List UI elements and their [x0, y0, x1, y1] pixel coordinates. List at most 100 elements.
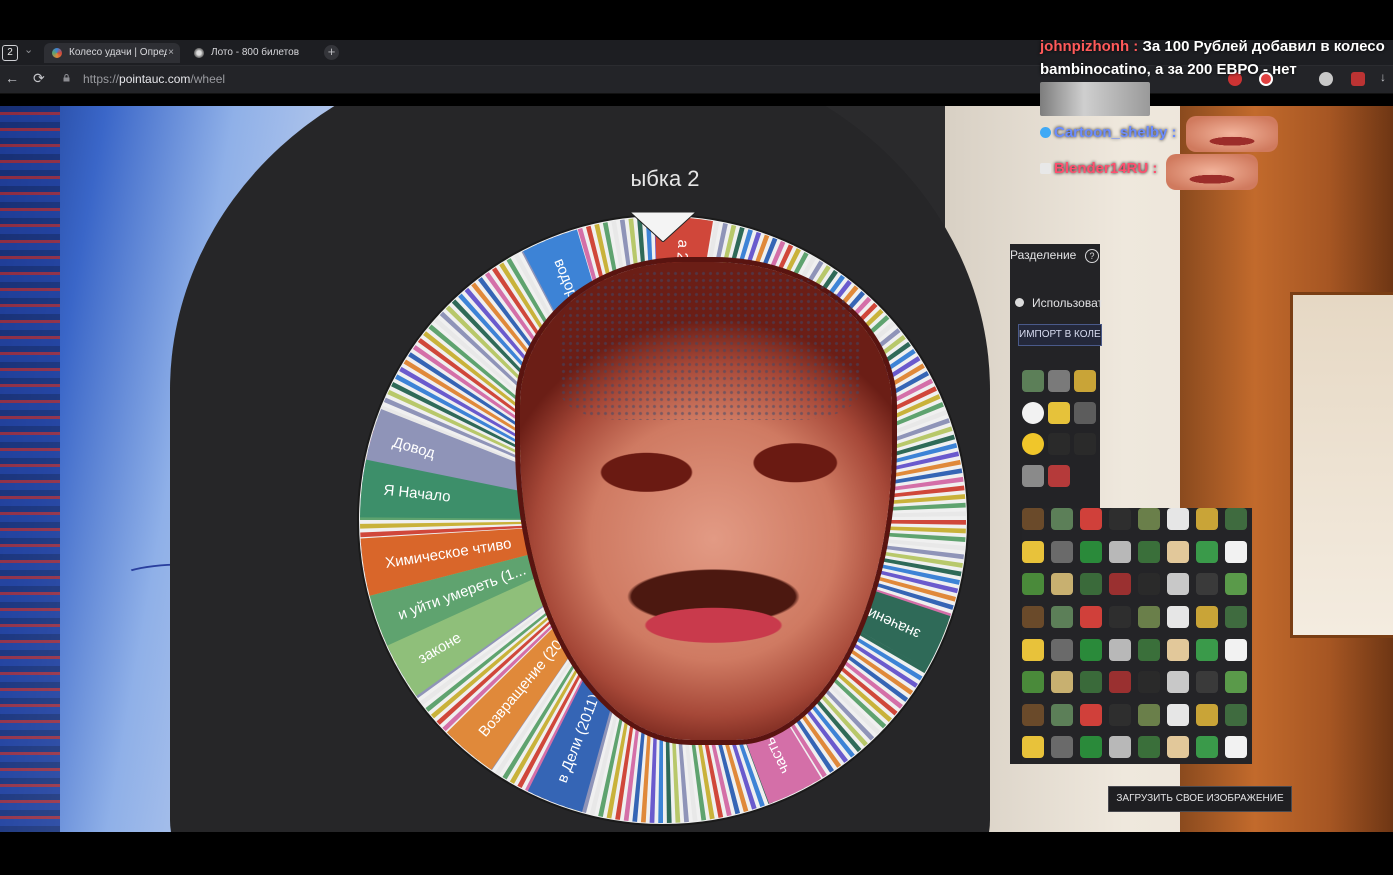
- import-to-wheel-button[interactable]: ИМПОРТ В КОЛЕ: [1018, 324, 1102, 346]
- emote-option[interactable]: [1138, 508, 1160, 530]
- emote-option[interactable]: [1196, 508, 1218, 530]
- emote-option[interactable]: [1080, 736, 1102, 759]
- emote-option[interactable]: [1167, 671, 1189, 694]
- emote-option[interactable]: [1022, 573, 1044, 596]
- emote-option[interactable]: [1109, 703, 1131, 726]
- emote-option[interactable]: [1196, 540, 1218, 563]
- emote-option[interactable]: [1022, 370, 1044, 392]
- help-icon[interactable]: ?: [1085, 249, 1099, 263]
- tab-wheel[interactable]: Колесо удачи | Определ ×: [44, 43, 180, 63]
- emote-option[interactable]: [1138, 605, 1160, 628]
- emote-option[interactable]: [1022, 540, 1044, 563]
- use-option-label[interactable]: Использоват: [1032, 296, 1102, 310]
- emote-option[interactable]: [1080, 605, 1102, 628]
- chevron-down-icon[interactable]: ⌄: [24, 43, 33, 56]
- emote-option[interactable]: [1109, 736, 1131, 759]
- emote-option[interactable]: [1080, 573, 1102, 596]
- split-label: Разделение: [1010, 248, 1077, 262]
- emote-option[interactable]: [1080, 671, 1102, 694]
- emote-option[interactable]: [1167, 573, 1189, 596]
- emote-option[interactable]: [1167, 540, 1189, 563]
- url-input[interactable]: https://pointauc.com/wheel: [83, 72, 225, 86]
- emote-option[interactable]: [1048, 401, 1070, 424]
- emote-option[interactable]: [1167, 736, 1189, 759]
- emote-option[interactable]: [1022, 464, 1044, 487]
- close-icon[interactable]: ×: [168, 43, 174, 63]
- emote-option[interactable]: [1074, 370, 1096, 392]
- emote-option[interactable]: [1109, 508, 1131, 530]
- tab-loto[interactable]: Лото - 800 билетов: [186, 43, 318, 63]
- emote-option[interactable]: [1225, 671, 1247, 694]
- emote-option[interactable]: [1051, 605, 1073, 628]
- emote-option[interactable]: [1109, 605, 1131, 628]
- emote-option[interactable]: [1048, 464, 1070, 487]
- emote-option[interactable]: [1167, 703, 1189, 726]
- bottom-letterbox: [0, 832, 1393, 875]
- emote-option[interactable]: [1051, 540, 1073, 563]
- emote-option[interactable]: [1051, 638, 1073, 661]
- emote-option[interactable]: [1138, 703, 1160, 726]
- emote-option[interactable]: [1225, 703, 1247, 726]
- emote-option[interactable]: [1138, 736, 1160, 759]
- emote-option[interactable]: [1074, 433, 1096, 455]
- emote-option[interactable]: [1138, 573, 1160, 596]
- emote-option[interactable]: [1138, 671, 1160, 694]
- emote-option[interactable]: [1109, 638, 1131, 661]
- reload-icon[interactable]: ⟳: [33, 70, 45, 87]
- emote-option[interactable]: [1225, 573, 1247, 596]
- emote-option[interactable]: [1022, 671, 1044, 694]
- emote-option[interactable]: [1080, 508, 1102, 530]
- face-overlay-noise: [560, 270, 860, 420]
- emote-picker-small: [1022, 370, 1098, 490]
- emote-option[interactable]: [1022, 638, 1044, 661]
- upload-image-button[interactable]: ЗАГРУЗИТЬ СВОЕ ИЗОБРАЖЕНИЕ: [1108, 786, 1292, 812]
- emote-option[interactable]: [1074, 401, 1096, 424]
- emote-option[interactable]: [1225, 638, 1247, 661]
- emote-option[interactable]: [1051, 508, 1073, 530]
- extension-icon[interactable]: [1351, 72, 1365, 86]
- emote-option[interactable]: [1225, 508, 1247, 530]
- emote-option[interactable]: [1196, 573, 1218, 596]
- radio-button[interactable]: [1015, 298, 1024, 307]
- emote-option[interactable]: [1080, 703, 1102, 726]
- emote-option[interactable]: [1167, 605, 1189, 628]
- emote-option[interactable]: [1196, 703, 1218, 726]
- emote-option[interactable]: [1080, 540, 1102, 563]
- emote-option[interactable]: [1196, 671, 1218, 694]
- emote-option[interactable]: [1109, 671, 1131, 694]
- emote-option[interactable]: [1051, 736, 1073, 759]
- chat-username: Blender14RU :: [1054, 160, 1158, 177]
- emote-option[interactable]: [1048, 433, 1070, 455]
- emote-option[interactable]: [1196, 736, 1218, 759]
- new-tab-button[interactable]: +: [324, 45, 339, 60]
- emote-option[interactable]: [1109, 540, 1131, 563]
- emote-option[interactable]: [1022, 703, 1044, 726]
- emote-option[interactable]: [1022, 736, 1044, 759]
- emote-option[interactable]: [1109, 573, 1131, 596]
- tab-count-badge[interactable]: 2: [2, 45, 18, 61]
- emote-option[interactable]: [1022, 605, 1044, 628]
- profile-avatar-icon[interactable]: [1319, 72, 1333, 86]
- chat-badge-icon: [1040, 163, 1051, 174]
- emote-option[interactable]: [1138, 638, 1160, 661]
- back-arrow-icon[interactable]: ←: [5, 70, 19, 86]
- emote-option[interactable]: [1225, 605, 1247, 628]
- emote-option[interactable]: [1022, 433, 1044, 455]
- emote-option[interactable]: [1051, 573, 1073, 596]
- door-panel: [1290, 292, 1393, 638]
- emote-option[interactable]: [1051, 671, 1073, 694]
- emote-option[interactable]: [1167, 508, 1189, 530]
- emote-option[interactable]: [1022, 401, 1044, 424]
- emote-option[interactable]: [1196, 638, 1218, 661]
- chat-emote-face: [1166, 154, 1258, 190]
- emote-option[interactable]: [1167, 638, 1189, 661]
- emote-option[interactable]: [1225, 736, 1247, 759]
- emote-option[interactable]: [1080, 638, 1102, 661]
- emote-option[interactable]: [1225, 540, 1247, 563]
- emote-option[interactable]: [1051, 703, 1073, 726]
- emote-option[interactable]: [1048, 370, 1070, 392]
- emote-option[interactable]: [1196, 605, 1218, 628]
- download-icon[interactable]: ↓: [1380, 70, 1386, 84]
- emote-option[interactable]: [1022, 508, 1044, 530]
- emote-option[interactable]: [1138, 540, 1160, 563]
